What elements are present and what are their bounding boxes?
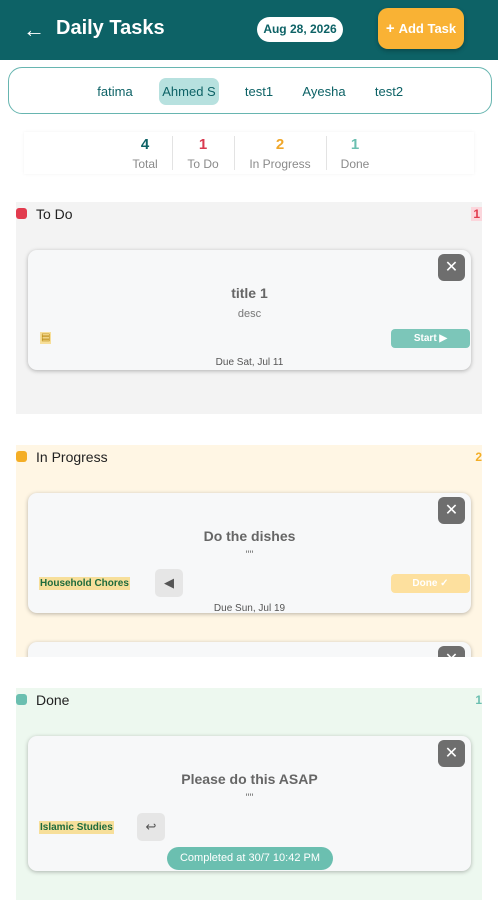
close-icon[interactable]: ✕ (438, 497, 465, 524)
stat-done-label: Done (340, 157, 370, 171)
stat-in-progress-label: In Progress (249, 157, 311, 171)
stat-todo-label: To Do (187, 157, 219, 171)
user-tab-fatima[interactable]: fatima (91, 78, 139, 105)
category-tag: Islamic Studies (39, 821, 114, 834)
add-task-button[interactable]: + Add Task (378, 8, 464, 49)
section-done-title: Done (36, 692, 70, 708)
task-card[interactable]: ✕ Please do this ASAP "" Islamic Studies… (28, 736, 471, 871)
task-card[interactable]: ✕ title 1 desc ▤ Start ▶ Due Sat, Jul 11 (28, 250, 471, 370)
stat-divider (172, 136, 173, 170)
stat-total-label: Total (132, 157, 158, 171)
start-button[interactable]: Start ▶ (391, 329, 470, 348)
stat-done: 1 Done (336, 132, 374, 174)
task-title: Do the dishes (203, 528, 296, 544)
user-tab-test2[interactable]: test2 (367, 78, 411, 105)
section-done-count: 1 (475, 693, 482, 707)
stat-done-value: 1 (350, 136, 360, 153)
task-desc: "" (245, 792, 254, 804)
page-title: Daily Tasks (56, 17, 165, 39)
date-badge[interactable]: Aug 28, 2026 (257, 17, 343, 42)
move-back-icon[interactable]: ◀ (155, 569, 183, 597)
task-title: title 1 (231, 285, 268, 301)
in-progress-dot (16, 451, 27, 462)
stat-total: 4 Total (124, 132, 166, 174)
task-card[interactable]: ✕ Do the dishes "" Household Chores ◀ Do… (28, 493, 471, 614)
stat-divider (234, 136, 235, 170)
user-tab-test1[interactable]: test1 (237, 78, 281, 105)
arrow-left-icon[interactable]: ← (22, 18, 46, 42)
task-card[interactable]: ✕ (28, 642, 471, 657)
completed-badge: Completed at 30/7 10:42 PM (167, 847, 333, 870)
close-icon[interactable]: ✕ (438, 254, 465, 281)
task-due: Due Sun, Jul 19 (213, 603, 286, 614)
user-tab-ayesha[interactable]: Ayesha (297, 78, 351, 105)
stat-in-progress: 2 In Progress (242, 132, 318, 174)
stat-in-progress-value: 2 (275, 136, 285, 153)
section-in-progress-header: In Progress 2 (16, 447, 498, 467)
plus-icon: + (385, 20, 395, 37)
undo-icon[interactable]: ↩ (137, 813, 165, 841)
done-button[interactable]: Done ✓ (391, 574, 470, 593)
note-icon: ▤ (40, 332, 52, 344)
user-tabs: fatima Ahmed S test1 Ayesha test2 (8, 67, 492, 114)
section-done-header: Done 1 (16, 690, 498, 710)
task-desc: desc (237, 308, 262, 320)
stat-total-value: 4 (140, 136, 150, 153)
stat-todo-value: 1 (198, 136, 208, 153)
stats-bar: 4 Total 1 To Do 2 In Progress 1 Done (24, 132, 474, 174)
task-due: Due Sat, Jul 11 (215, 357, 284, 368)
section-in-progress-count: 2 (475, 450, 482, 464)
close-icon[interactable]: ✕ (438, 740, 465, 767)
user-tab-ahmed-s[interactable]: Ahmed S (159, 78, 219, 105)
task-desc: "" (245, 549, 254, 561)
section-in-progress-title: In Progress (36, 449, 108, 465)
section-todo-header: To Do 1 (16, 204, 498, 224)
stat-divider (326, 136, 327, 170)
add-task-label: Add Task (398, 21, 457, 36)
close-icon[interactable]: ✕ (438, 646, 465, 657)
app-header: ← Daily Tasks Aug 28, 2026 + Add Task (0, 0, 498, 60)
task-title: Please do this ASAP (181, 771, 318, 787)
section-todo-count: 1 (471, 207, 482, 221)
done-dot (16, 694, 27, 705)
stat-todo: 1 To Do (182, 132, 224, 174)
category-tag: Household Chores (39, 577, 130, 590)
todo-dot (16, 208, 27, 219)
section-todo-title: To Do (36, 206, 73, 222)
